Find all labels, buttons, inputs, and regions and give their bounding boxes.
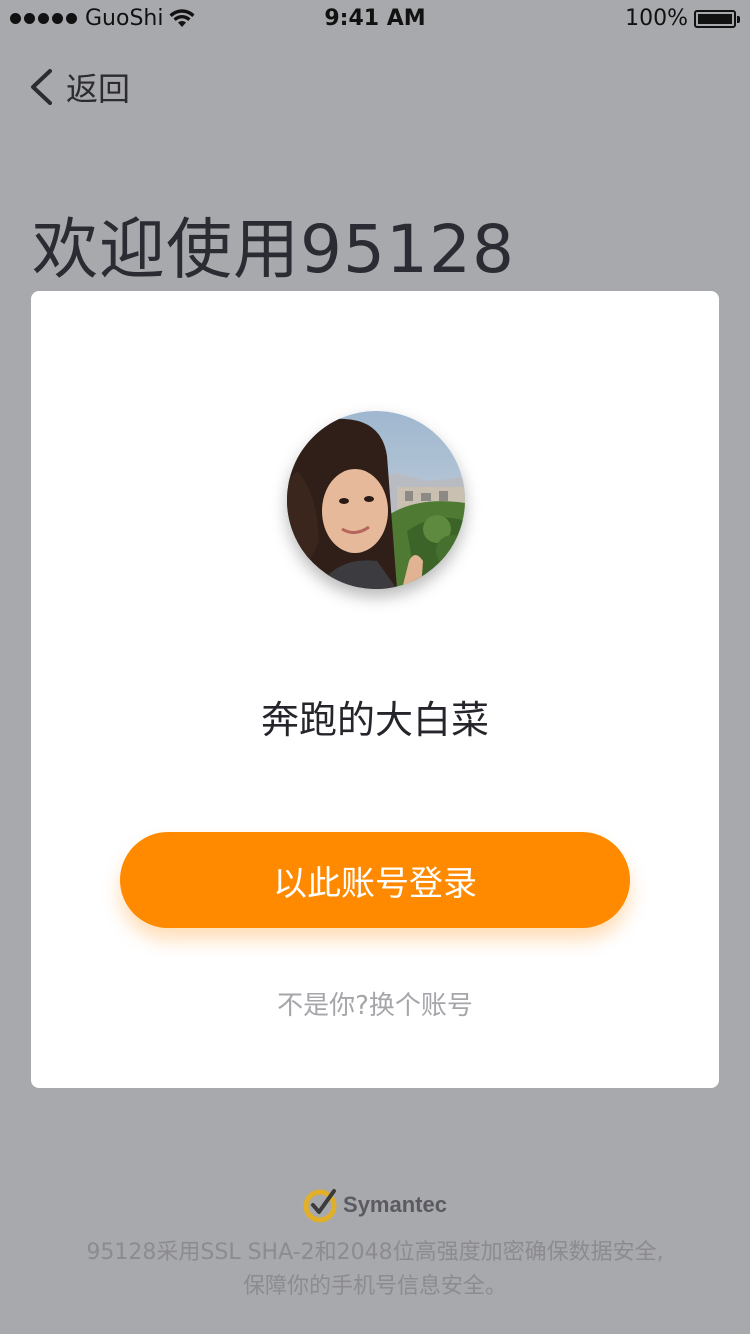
- battery-icon: [694, 9, 740, 28]
- symantec-badge: Symantec: [0, 1187, 750, 1223]
- security-note-line-1: 95128采用SSL SHA-2和2048位高强度加密确保数据安全,: [86, 1240, 664, 1265]
- security-note: 95128采用SSL SHA-2和2048位高强度加密确保数据安全, 保障你的手…: [0, 1236, 750, 1304]
- chevron-left-icon: [31, 69, 52, 105]
- back-label: 返回: [66, 70, 131, 108]
- status-right: 100%: [625, 6, 740, 31]
- back-button[interactable]: 返回: [28, 64, 130, 110]
- security-note-line-2: 保障你的手机号信息安全。: [242, 1274, 507, 1299]
- symantec-check-icon: [303, 1189, 337, 1223]
- battery-percentage: 100%: [625, 6, 688, 31]
- symantec-brand: Symantec: [343, 1192, 447, 1217]
- login-with-account-button[interactable]: 以此账号登录: [120, 832, 630, 928]
- account-card: 奔跑的大白菜 以此账号登录 不是你?换个账号: [31, 291, 719, 1088]
- status-bar: GuoShi 9:41 AM 100%: [0, 0, 750, 40]
- switch-account-link[interactable]: 不是你?换个账号: [31, 985, 719, 1022]
- avatar-photo: [287, 411, 465, 589]
- page-title: 欢迎使用95128: [32, 211, 515, 288]
- username: 奔跑的大白菜: [260, 698, 489, 742]
- user-avatar: [287, 411, 465, 589]
